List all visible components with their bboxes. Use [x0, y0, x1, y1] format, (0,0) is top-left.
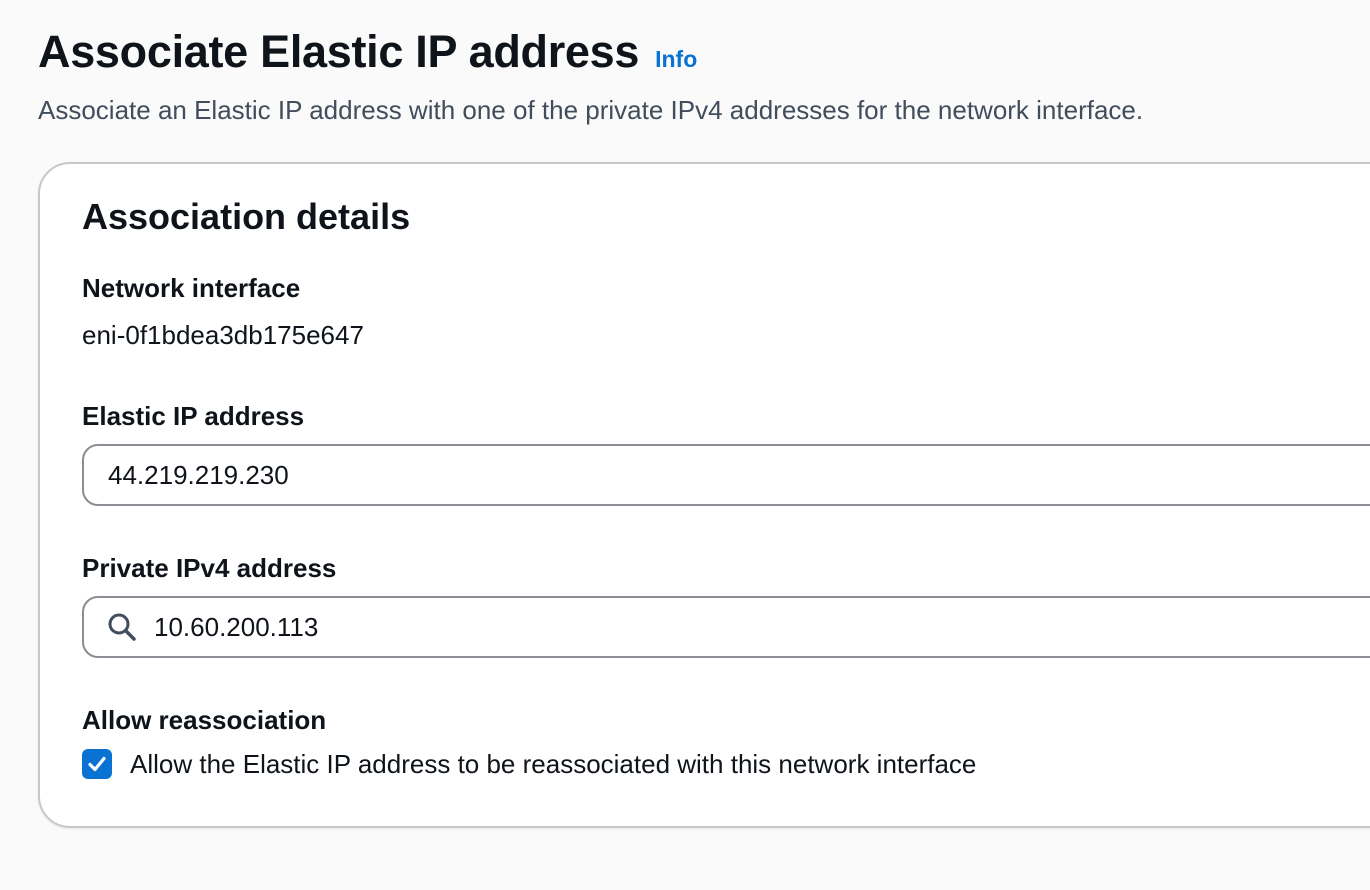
page: Associate Elastic IP address Info Associ…	[0, 0, 1370, 890]
reassociation-checkbox-row: Allow the Elastic IP address to be reass…	[82, 748, 1370, 780]
elastic-ip-input[interactable]	[108, 459, 1370, 491]
association-details-container: Association details Network interface en…	[38, 162, 1370, 828]
page-title: Associate Elastic IP address	[38, 26, 640, 77]
network-interface-field: Network interface eni-0f1bdea3db175e647	[82, 272, 1370, 351]
container-title: Association details	[82, 196, 411, 237]
reassociation-checkbox-label[interactable]: Allow the Elastic IP address to be reass…	[130, 748, 976, 780]
elastic-ip-label: Elastic IP address	[82, 401, 305, 431]
title-row: Associate Elastic IP address Info	[38, 24, 1370, 80]
private-ipv4-label: Private IPv4 address	[82, 553, 337, 583]
page-header: Associate Elastic IP address Info Associ…	[38, 24, 1370, 126]
elastic-ip-select[interactable]	[82, 444, 1370, 506]
checkmark-icon	[88, 756, 106, 772]
search-icon	[108, 613, 136, 641]
reassociation-checkbox[interactable]	[82, 749, 112, 779]
reassociation-label: Allow reassociation	[82, 705, 327, 735]
reassociation-field: Allow reassociation Allow the Elastic IP…	[82, 704, 1370, 780]
private-ipv4-input[interactable]	[154, 611, 1370, 643]
elastic-ip-field: Elastic IP address	[82, 400, 1370, 506]
network-interface-value: eni-0f1bdea3db175e647	[82, 320, 364, 350]
private-ipv4-field: Private IPv4 address	[82, 552, 1370, 658]
page-description: Associate an Elastic IP address with one…	[38, 95, 1144, 125]
private-ipv4-autosuggest[interactable]	[82, 596, 1370, 658]
info-link[interactable]: Info	[655, 46, 697, 73]
network-interface-label: Network interface	[82, 273, 301, 303]
